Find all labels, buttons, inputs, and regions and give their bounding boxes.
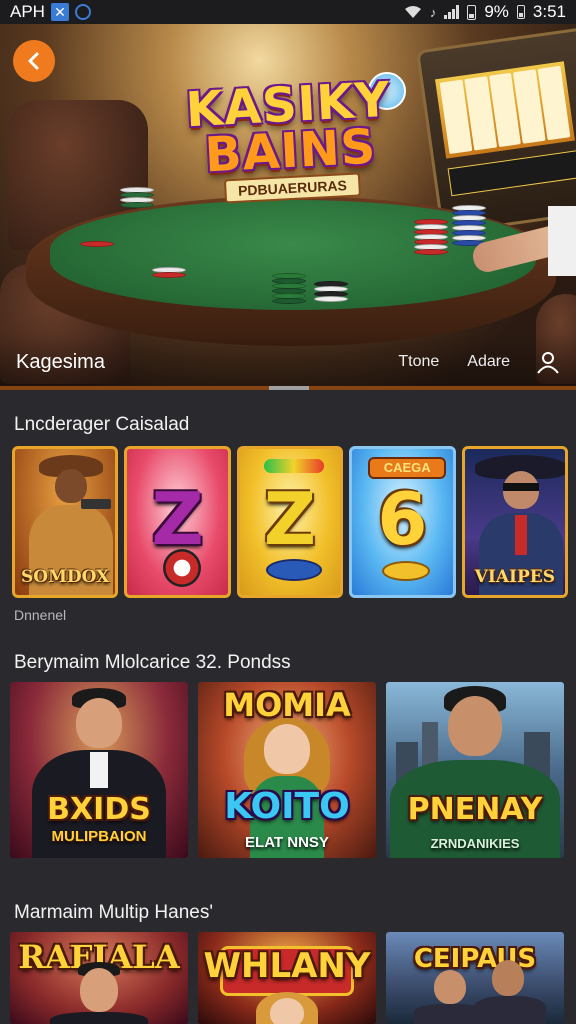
battery-icon	[467, 4, 477, 20]
x-app-icon: ✕	[50, 3, 69, 21]
chip-stack	[120, 187, 154, 208]
hero-nav: Kagesima Ttone Adare	[0, 334, 576, 390]
chip-stack	[314, 281, 348, 302]
rainbow-icon	[263, 459, 324, 473]
game-logo: KASIKY BAINS PDBUAERURAS	[167, 72, 413, 206]
mute-icon: ♪	[429, 4, 437, 20]
chip-stack	[152, 267, 186, 278]
game-tile[interactable]: MOMIA KOITO ELAT NNSY	[198, 682, 376, 858]
section-caption: Dnnenel	[14, 607, 67, 623]
game-card[interactable]: CAEGA 6	[349, 446, 456, 598]
game-tile[interactable]: CEIPAUS	[386, 932, 564, 1024]
section-title: Marmaim Multip Hanes'	[14, 902, 213, 923]
dealer-sleeve	[548, 206, 576, 276]
nav-link-2[interactable]: Adare	[467, 353, 510, 371]
wifi-icon	[404, 6, 421, 18]
card-label: VIAIPES	[474, 567, 555, 587]
businessmen-image	[386, 932, 564, 1024]
tile-subtitle: ZRNDANIKIES	[430, 836, 520, 851]
businessman-image	[386, 682, 564, 858]
host-image	[10, 932, 188, 1024]
bowl-icon	[265, 559, 322, 581]
tile-title: PNENAY	[407, 792, 543, 827]
brand-name[interactable]: Kagesima	[16, 351, 105, 374]
section-title: Berymaim Mlolcarice 32. Pondss	[14, 652, 291, 673]
clock: 3:51	[532, 2, 566, 21]
chip-stack	[414, 219, 448, 255]
status-bar: APH ✕ ♪ 9% 3:51	[0, 0, 576, 24]
signal-icon	[444, 5, 460, 19]
game-card[interactable]: SOMDOX	[12, 446, 119, 598]
card-label: SOMDOX	[21, 567, 110, 587]
app-icon	[74, 4, 91, 20]
roulette-icon	[163, 549, 202, 587]
tile-subtitle: MULIPBAION	[51, 828, 147, 845]
hero-banner: KASIKY BAINS PDBUAERURAS Kagesima Ttone …	[0, 24, 576, 390]
user-icon[interactable]	[536, 350, 560, 374]
tile-subtitle: ELAT NNSY	[245, 834, 329, 851]
woman-image	[198, 682, 376, 858]
game-tile[interactable]: PNENAY ZRNDANIKIES	[386, 682, 564, 858]
game-tile[interactable]: RAFIALA	[10, 932, 188, 1024]
card-badge: CAEGA	[368, 457, 447, 479]
game-card[interactable]: Z	[124, 446, 231, 598]
game-card[interactable]: Z	[236, 446, 344, 598]
nav-link-1[interactable]: Ttone	[398, 353, 439, 371]
slot-symbol: Z	[263, 477, 317, 561]
logo-line-2: BAINS	[203, 118, 378, 184]
woman-image	[198, 932, 376, 1024]
chip-stack	[80, 241, 114, 247]
coin-icon	[382, 561, 431, 581]
game-cards-row: SOMDOX Z Z CAEGA 6 VIAIPES	[12, 446, 569, 598]
slot-symbol: 6	[377, 477, 428, 561]
chevron-left-icon	[28, 52, 39, 70]
battery-icon-2	[516, 5, 525, 19]
game-tiles-row: RAFIALA WHLANY CEIPAUS	[10, 932, 566, 1024]
back-button[interactable]	[13, 40, 55, 82]
chip-stack	[452, 205, 486, 246]
game-card[interactable]: VIAIPES	[461, 446, 569, 598]
game-tile[interactable]: BXIDS MULIPBAION	[10, 682, 188, 858]
game-tile[interactable]: WHLANY	[198, 932, 376, 1024]
slot-machine-image	[415, 27, 576, 235]
tile-title-2: KOITO	[224, 786, 350, 827]
chip-stack	[272, 273, 306, 304]
slot-symbol: Z	[151, 477, 204, 561]
game-tiles-row: BXIDS MULIPBAION MOMIA KOITO ELAT NNSY P…	[10, 682, 566, 858]
section-title: Lncderager Caisalad	[14, 414, 190, 435]
carrier-label: APH	[10, 2, 45, 21]
tile-title: BXIDS	[47, 792, 151, 827]
battery-percent: 9%	[484, 2, 509, 21]
